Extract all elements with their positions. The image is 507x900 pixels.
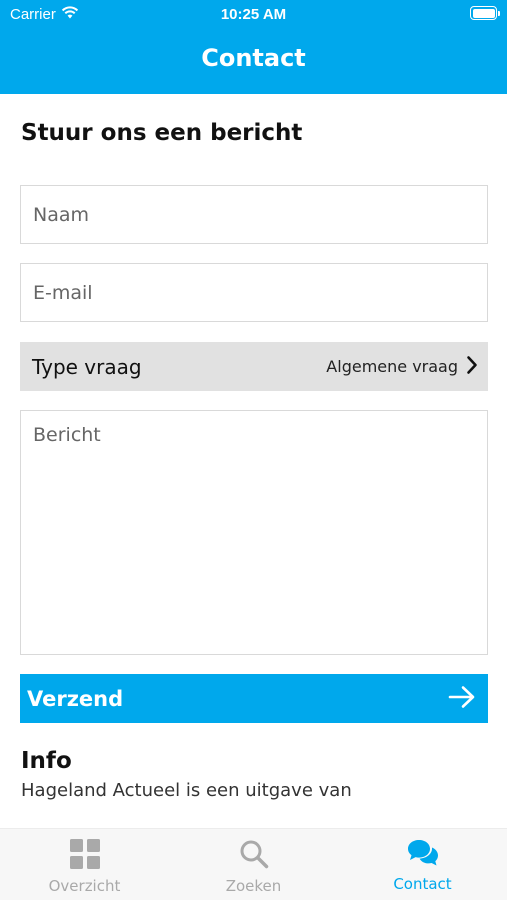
- form-title: Stuur ons een bericht: [21, 120, 303, 146]
- app-header: Carrier 10:25 AM Contact: [0, 0, 507, 94]
- battery-icon: [470, 6, 500, 20]
- tab-overzicht[interactable]: Overzicht: [0, 829, 169, 900]
- message-textarea[interactable]: [20, 410, 488, 655]
- question-type-select[interactable]: Type vraag Algemene vraag: [20, 342, 488, 391]
- name-input[interactable]: [20, 185, 488, 244]
- arrow-right-icon: [448, 685, 476, 713]
- submit-button[interactable]: Verzend: [20, 674, 488, 723]
- tab-label-overzicht: Overzicht: [48, 877, 121, 895]
- battery-level: [472, 8, 495, 18]
- chevron-right-icon: [466, 355, 478, 379]
- status-time: 10:25 AM: [220, 6, 287, 23]
- status-bar: Carrier 10:25 AM: [0, 0, 507, 28]
- chat-bubbles-icon: [407, 839, 439, 871]
- tab-contact[interactable]: Contact: [338, 829, 507, 900]
- page-title: Contact: [201, 44, 306, 72]
- info-title: Info: [21, 748, 72, 774]
- email-input[interactable]: [20, 263, 488, 322]
- tab-label-zoeken: Zoeken: [225, 877, 282, 895]
- submit-label: Verzend: [27, 686, 124, 711]
- question-type-label: Type vraag: [32, 354, 142, 379]
- search-icon: [239, 839, 269, 873]
- tab-bar: Overzicht Zoeken Contact: [0, 828, 507, 900]
- tab-label-contact: Contact: [393, 875, 452, 893]
- question-type-value: Algemene vraag: [326, 357, 458, 376]
- info-text: Hageland Actueel is een uitgave van: [21, 780, 352, 801]
- grid-icon: [69, 839, 100, 873]
- tab-zoeken[interactable]: Zoeken: [169, 829, 338, 900]
